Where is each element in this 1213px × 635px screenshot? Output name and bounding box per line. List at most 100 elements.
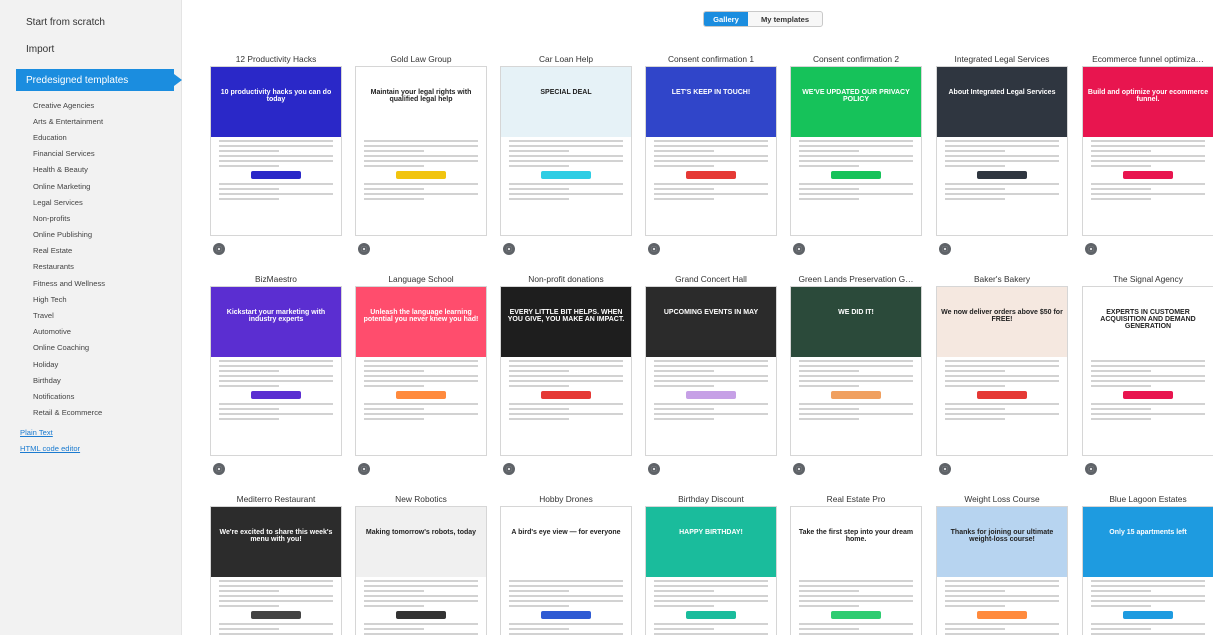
thumbnail-text-line: [799, 198, 859, 200]
category-item[interactable]: Non-profits: [0, 210, 181, 226]
thumbnail-text-line: [1091, 628, 1151, 630]
my-templates-tab[interactable]: My templates: [748, 12, 822, 26]
gallery-tab[interactable]: Gallery: [704, 12, 748, 26]
preview-eye-icon[interactable]: [503, 243, 515, 255]
preview-eye-icon[interactable]: [939, 243, 951, 255]
template-thumbnail[interactable]: HAPPY BIRTHDAY!: [645, 506, 777, 635]
template-name: Baker's Bakery★: [973, 274, 1031, 284]
template-thumbnail[interactable]: WE DID IT!: [790, 286, 922, 456]
thumbnail-text-line: [799, 165, 859, 167]
template-thumbnail[interactable]: We now deliver orders above $50 for FREE…: [936, 286, 1068, 456]
thumbnail-text-line: [364, 385, 424, 387]
plain-text-link[interactable]: Plain Text: [0, 425, 181, 441]
start-from-scratch-item[interactable]: Start from scratch: [0, 9, 181, 36]
category-item[interactable]: Fitness and Wellness: [0, 275, 181, 291]
thumbnail-text-line: [219, 150, 279, 152]
category-item[interactable]: Travel: [0, 307, 181, 323]
template-thumbnail[interactable]: Take the first step into your dream home…: [790, 506, 922, 635]
template-thumbnail[interactable]: WE'VE UPDATED OUR PRIVACY POLICY: [790, 66, 922, 236]
category-item[interactable]: Real Estate: [0, 243, 181, 259]
thumbnail-text-line: [654, 165, 714, 167]
thumbnail-text-line: [364, 193, 478, 195]
category-item[interactable]: Restaurants: [0, 259, 181, 275]
category-item[interactable]: Financial Services: [0, 146, 181, 162]
preview-eye-icon[interactable]: [503, 463, 515, 475]
thumbnail-text-line: [1091, 605, 1151, 607]
thumbnail-button: [831, 611, 881, 619]
template-thumbnail[interactable]: About Integrated Legal Services: [936, 66, 1068, 236]
thumbnail-text-line: [945, 375, 1059, 377]
template-thumbnail[interactable]: Unleash the language learning potential …: [355, 286, 487, 456]
preview-eye-icon[interactable]: [793, 463, 805, 475]
template-thumbnail[interactable]: Kickstart your marketing with industry e…: [210, 286, 342, 456]
template-name: BizMaestro★: [255, 274, 297, 284]
category-item[interactable]: Holiday: [0, 356, 181, 372]
thumbnail-hero: About Integrated Legal Services: [937, 67, 1067, 137]
preview-eye-icon[interactable]: [648, 243, 660, 255]
category-item[interactable]: Health & Beauty: [0, 162, 181, 178]
template-thumbnail[interactable]: Thanks for joining our ultimate weight-l…: [936, 506, 1068, 635]
thumbnail-text-line: [219, 360, 333, 362]
category-item[interactable]: Automotive: [0, 324, 181, 340]
category-item[interactable]: Notifications: [0, 388, 181, 404]
thumbnail-text-line: [654, 580, 768, 582]
html-code-editor-link[interactable]: HTML code editor: [0, 441, 181, 457]
preview-eye-icon[interactable]: [213, 463, 225, 475]
template-thumbnail[interactable]: LET'S KEEP IN TOUCH!: [645, 66, 777, 236]
app-window: Start from scratch Import Predesigned te…: [0, 0, 1213, 635]
category-list: Creative Agencies Arts & Entertainment Edu…: [0, 97, 181, 421]
thumbnail-headline: Maintain your legal rights with qualifie…: [370, 89, 472, 103]
category-item[interactable]: Education: [0, 129, 181, 145]
category-item[interactable]: Retail & Ecommerce: [0, 405, 181, 421]
thumbnail-text-line: [219, 188, 279, 190]
preview-eye-icon[interactable]: [793, 243, 805, 255]
preview-eye-icon[interactable]: [1085, 463, 1097, 475]
thumbnail-headline: We now deliver orders above $50 for FREE…: [941, 309, 1063, 323]
import-item[interactable]: Import: [0, 36, 181, 63]
thumbnail-text-line: [1091, 193, 1205, 195]
thumbnail-text-line: [799, 403, 913, 405]
category-item[interactable]: High Tech: [0, 291, 181, 307]
category-item[interactable]: Birthday: [0, 372, 181, 388]
preview-eye-icon[interactable]: [939, 463, 951, 475]
template-thumbnail[interactable]: A bird's eye view — for everyone: [500, 506, 632, 635]
category-item[interactable]: Online Publishing: [0, 227, 181, 243]
preview-eye-icon[interactable]: [213, 243, 225, 255]
template-thumbnail[interactable]: Only 15 apartments left: [1082, 506, 1213, 635]
thumbnail-text-line: [799, 193, 913, 195]
category-item[interactable]: Arts & Entertainment: [0, 113, 181, 129]
preview-eye-icon[interactable]: [358, 463, 370, 475]
thumbnail-text-line: [219, 595, 333, 597]
template-thumbnail[interactable]: Maintain your legal rights with qualifie…: [355, 66, 487, 236]
template-thumbnail[interactable]: EXPERTS IN CUSTOMER ACQUISITION AND DEMA…: [1082, 286, 1213, 456]
thumbnail-text-line: [219, 160, 333, 162]
thumbnail-text-line: [654, 385, 714, 387]
thumbnail-text-line: [654, 360, 768, 362]
preview-eye-icon[interactable]: [358, 243, 370, 255]
thumbnail-text-line: [364, 585, 478, 587]
thumbnail-text-line: [219, 408, 279, 410]
thumbnail-headline: 10 productivity hacks you can do today: [220, 89, 332, 103]
template-thumbnail[interactable]: Making tomorrow's robots, today: [355, 506, 487, 635]
template-thumbnail[interactable]: We're excited to share this week's menu …: [210, 506, 342, 635]
template-thumbnail[interactable]: 10 productivity hacks you can do today: [210, 66, 342, 236]
template-thumbnail[interactable]: UPCOMING EVENTS IN MAY: [645, 286, 777, 456]
template-thumbnail[interactable]: Build and optimize your ecommerce funnel…: [1082, 66, 1213, 236]
preview-eye-icon[interactable]: [1085, 243, 1097, 255]
template-thumbnail[interactable]: EVERY LITTLE BIT HELPS. WHEN YOU GIVE, Y…: [500, 286, 632, 456]
thumbnail-text-line: [219, 380, 333, 382]
template-thumbnail[interactable]: SPECIAL DEAL: [500, 66, 632, 236]
preview-eye-icon[interactable]: [648, 463, 660, 475]
predesigned-templates-item[interactable]: Predesigned templates: [16, 69, 182, 91]
category-item[interactable]: Online Coaching: [0, 340, 181, 356]
thumbnail-button: [831, 171, 881, 179]
category-item[interactable]: Creative Agencies: [0, 97, 181, 113]
thumbnail-text-line: [509, 198, 569, 200]
thumbnail-text-line: [509, 155, 623, 157]
category-item[interactable]: Online Marketing: [0, 178, 181, 194]
thumbnail-button: [541, 611, 591, 619]
sidebar: Start from scratch Import Predesigned te…: [0, 0, 182, 635]
thumbnail-text-line: [364, 605, 424, 607]
thumbnail-text-line: [219, 413, 333, 415]
category-item[interactable]: Legal Services: [0, 194, 181, 210]
